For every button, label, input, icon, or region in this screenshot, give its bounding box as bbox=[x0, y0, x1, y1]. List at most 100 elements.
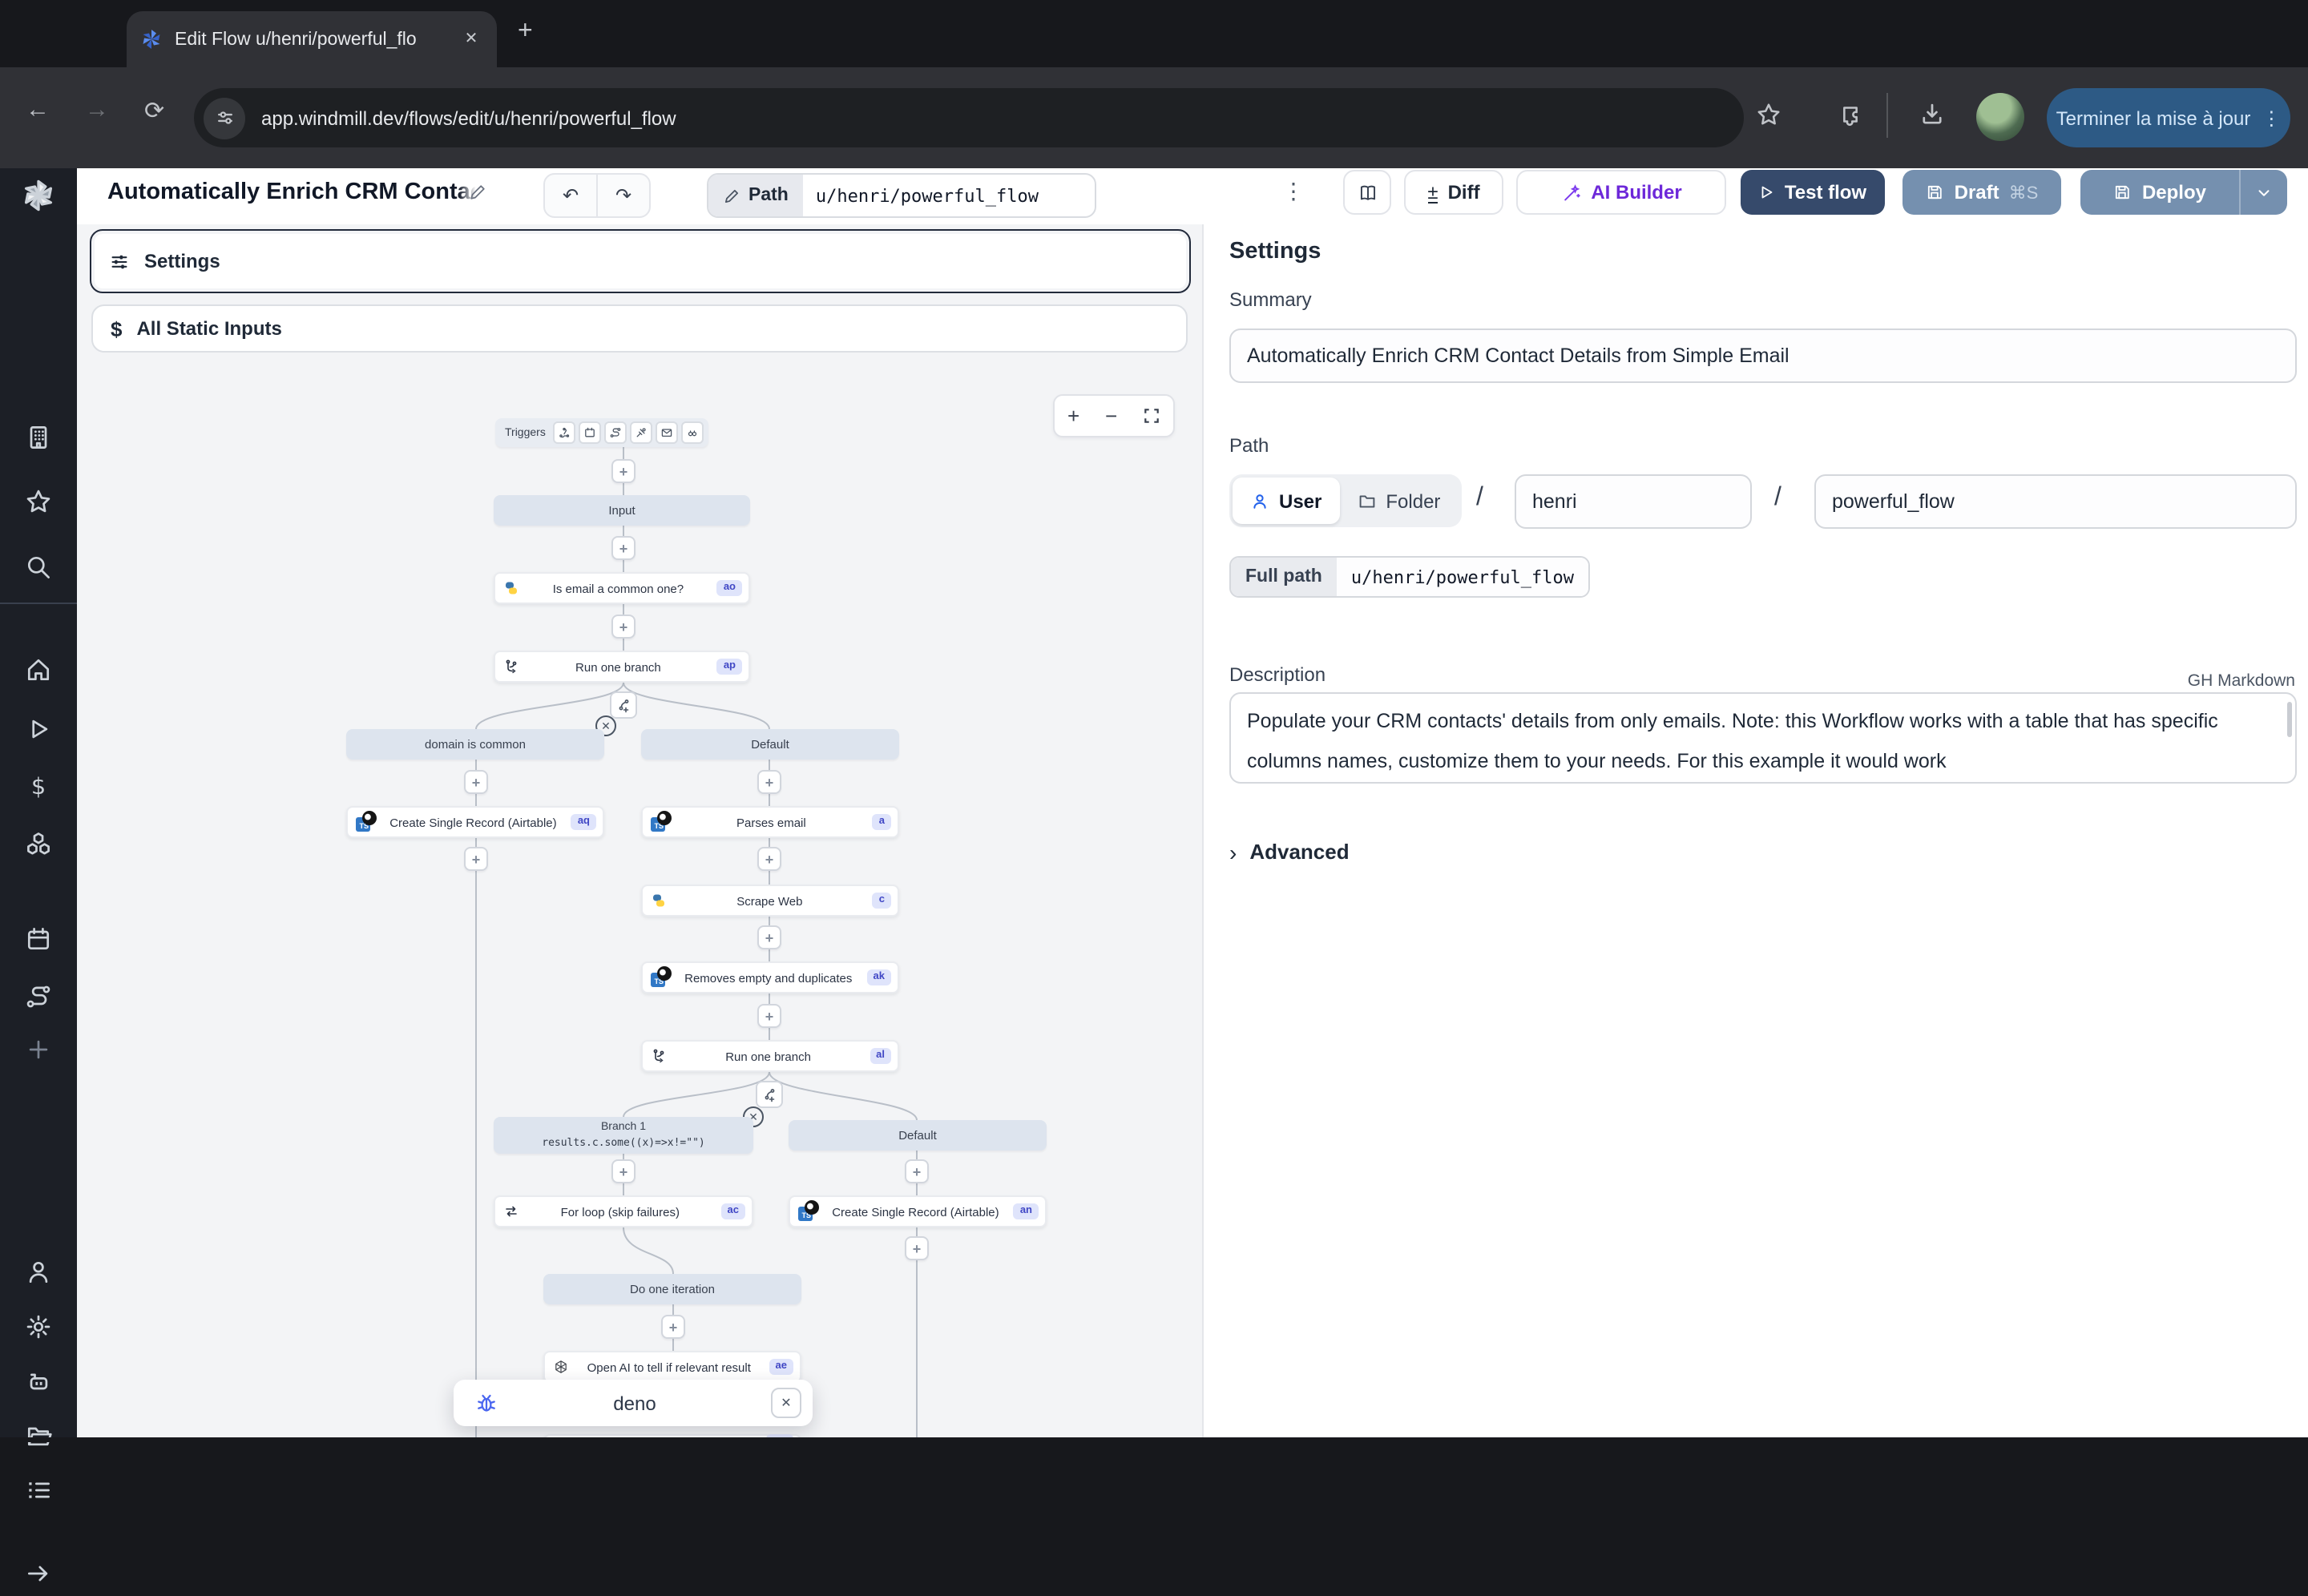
favorites-star-icon[interactable] bbox=[24, 487, 53, 516]
workers-icon[interactable] bbox=[24, 1367, 53, 1396]
dollar-icon: $ bbox=[111, 316, 122, 341]
sliders-icon bbox=[109, 251, 130, 272]
webhook-trigger-icon[interactable] bbox=[554, 421, 576, 444]
path-name-input[interactable] bbox=[1814, 474, 2297, 529]
chrome-menu-icon[interactable]: ⋮ bbox=[2262, 107, 2281, 129]
flow-node-create-record-left[interactable]: TS Create Single Record (Airtable) aq bbox=[346, 806, 604, 838]
flow-node-removes-empty[interactable]: TS Removes empty and duplicates ak bbox=[641, 961, 899, 993]
insert-step-plus[interactable]: + bbox=[905, 1236, 929, 1260]
path-owner-input[interactable] bbox=[1515, 474, 1752, 529]
runs-icon[interactable] bbox=[24, 715, 53, 744]
schedules-icon[interactable] bbox=[24, 925, 53, 953]
site-settings-icon[interactable] bbox=[204, 97, 245, 139]
insert-step-plus[interactable]: + bbox=[757, 1004, 781, 1028]
deploy-button[interactable]: Deploy bbox=[2080, 170, 2287, 215]
zoom-out-button[interactable]: − bbox=[1105, 404, 1117, 428]
advanced-toggle[interactable]: › Advanced bbox=[1229, 840, 1350, 864]
browser-tab[interactable]: Edit Flow u/henri/powerful_flo ✕ bbox=[127, 11, 497, 67]
profile-avatar[interactable] bbox=[1976, 93, 2024, 141]
close-popup-button[interactable]: ✕ bbox=[771, 1388, 801, 1418]
insert-step-plus[interactable]: + bbox=[464, 770, 488, 794]
branch-label-domain-is-common[interactable]: domain is common bbox=[346, 729, 604, 760]
more-options-icon[interactable]: ⋮ bbox=[1282, 178, 1305, 205]
flow-node-openai[interactable]: Open AI to tell if relevant result ae bbox=[543, 1351, 801, 1383]
home-icon[interactable] bbox=[24, 655, 53, 684]
bookmark-star-icon[interactable] bbox=[1755, 101, 1782, 136]
settings-gear-icon[interactable] bbox=[24, 1312, 53, 1341]
canvas-zoom-controls: + − bbox=[1053, 394, 1175, 437]
account-icon[interactable] bbox=[24, 1258, 53, 1287]
windmill-logo[interactable] bbox=[21, 178, 56, 213]
route-trigger-icon[interactable] bbox=[605, 421, 627, 444]
email-trigger-icon[interactable] bbox=[656, 421, 679, 444]
variables-icon[interactable]: $ bbox=[24, 772, 53, 801]
zoom-in-button[interactable]: + bbox=[1067, 404, 1079, 428]
diff-button[interactable]: ± Diff bbox=[1404, 170, 1503, 215]
insert-step-plus[interactable]: + bbox=[905, 1159, 929, 1183]
address-bar[interactable]: app.windmill.dev/flows/edit/u/henri/powe… bbox=[194, 88, 1744, 147]
folders-icon[interactable] bbox=[24, 1421, 53, 1450]
ai-builder-button[interactable]: AI Builder bbox=[1516, 170, 1726, 215]
resources-icon[interactable] bbox=[24, 830, 53, 859]
edit-title-pencil-icon[interactable] bbox=[458, 176, 497, 208]
flows-icon[interactable] bbox=[24, 982, 53, 1011]
organization-icon[interactable] bbox=[24, 423, 53, 452]
insert-step-plus[interactable]: + bbox=[757, 925, 781, 949]
add-branch-button[interactable] bbox=[756, 1081, 783, 1108]
chrome-update-button[interactable]: Terminer la mise à jour ⋮ bbox=[2047, 88, 2290, 147]
settings-card[interactable]: Settings bbox=[90, 229, 1191, 293]
insert-step-plus[interactable]: + bbox=[757, 847, 781, 871]
insert-step-plus[interactable]: + bbox=[611, 615, 636, 639]
deno-popup: deno ✕ bbox=[454, 1380, 813, 1426]
owner-kind-folder[interactable]: Folder bbox=[1339, 478, 1458, 524]
deploy-dropdown-button[interactable] bbox=[2241, 183, 2287, 201]
flow-node-for-loop[interactable]: For loop (skip failures) ac bbox=[494, 1195, 753, 1227]
flow-title[interactable]: Automatically Enrich CRM Contact D bbox=[107, 175, 489, 210]
insert-step-plus[interactable]: + bbox=[757, 770, 781, 794]
flow-node-scrape-web[interactable]: Scrape Web c bbox=[641, 885, 899, 917]
undo-icon[interactable]: ↶ bbox=[545, 175, 598, 216]
websocket-trigger-icon[interactable] bbox=[631, 421, 653, 444]
owner-kind-user[interactable]: User bbox=[1233, 478, 1339, 524]
all-static-inputs-card[interactable]: $ All Static Inputs bbox=[91, 304, 1188, 353]
insert-step-plus[interactable]: + bbox=[611, 1159, 636, 1183]
insert-step-plus[interactable]: + bbox=[464, 847, 488, 871]
insert-step-plus[interactable]: + bbox=[661, 1315, 685, 1339]
search-icon[interactable] bbox=[24, 553, 53, 582]
textarea-scrollbar[interactable] bbox=[2287, 702, 2292, 737]
poll-trigger-icon[interactable] bbox=[682, 421, 704, 444]
branch-label-default-top[interactable]: Default bbox=[641, 729, 899, 760]
insert-step-plus[interactable]: + bbox=[611, 536, 636, 560]
branch-label-branch-1[interactable]: Branch 1 results.c.some((x)=>x!="") bbox=[494, 1117, 753, 1154]
schedule-trigger-icon[interactable] bbox=[579, 421, 602, 444]
flow-node-is-email[interactable]: Is email a common one? ao bbox=[494, 572, 750, 604]
audit-logs-icon[interactable] bbox=[24, 1476, 53, 1505]
tab-close-icon[interactable]: ✕ bbox=[458, 26, 484, 52]
branch-label-default-bottom[interactable]: Default bbox=[789, 1120, 1047, 1151]
flow-node-create-record-right[interactable]: TS Create Single Record (Airtable) an bbox=[789, 1195, 1047, 1227]
docs-button[interactable] bbox=[1343, 170, 1391, 215]
description-textarea[interactable]: Populate your CRM contacts' details from… bbox=[1229, 692, 2297, 784]
downloads-icon[interactable] bbox=[1919, 101, 1946, 136]
extensions-icon[interactable] bbox=[1837, 101, 1864, 136]
insert-step-plus[interactable]: + bbox=[611, 459, 636, 483]
flow-node-run-one-branch-top[interactable]: Run one branch ap bbox=[494, 651, 750, 683]
expand-sidebar-icon[interactable] bbox=[24, 1559, 53, 1588]
reload-icon[interactable]: ⟳ bbox=[144, 96, 164, 125]
flow-path-chip[interactable]: Path u/henri/powerful_flow bbox=[707, 173, 1096, 218]
summary-input[interactable] bbox=[1229, 328, 2297, 383]
forward-icon[interactable]: → bbox=[85, 96, 109, 123]
flow-node-run-one-branch-bottom[interactable]: Run one branch al bbox=[641, 1040, 899, 1072]
back-icon[interactable]: ← bbox=[26, 96, 50, 123]
add-icon[interactable] bbox=[24, 1035, 53, 1064]
add-branch-button[interactable] bbox=[610, 691, 637, 719]
triggers-bar[interactable]: Triggers bbox=[495, 418, 708, 447]
draft-button[interactable]: Draft ⌘S bbox=[1902, 170, 2061, 215]
redo-icon[interactable]: ↷ bbox=[598, 175, 649, 216]
new-tab-button[interactable]: + bbox=[518, 18, 533, 46]
do-one-iteration-label[interactable]: Do one iteration bbox=[543, 1274, 801, 1304]
fullscreen-button[interactable] bbox=[1143, 407, 1160, 425]
flow-node-parses-email[interactable]: TS Parses email a bbox=[641, 806, 899, 838]
flow-node-input[interactable]: Input bbox=[494, 495, 750, 526]
test-flow-button[interactable]: Test flow bbox=[1741, 170, 1885, 215]
